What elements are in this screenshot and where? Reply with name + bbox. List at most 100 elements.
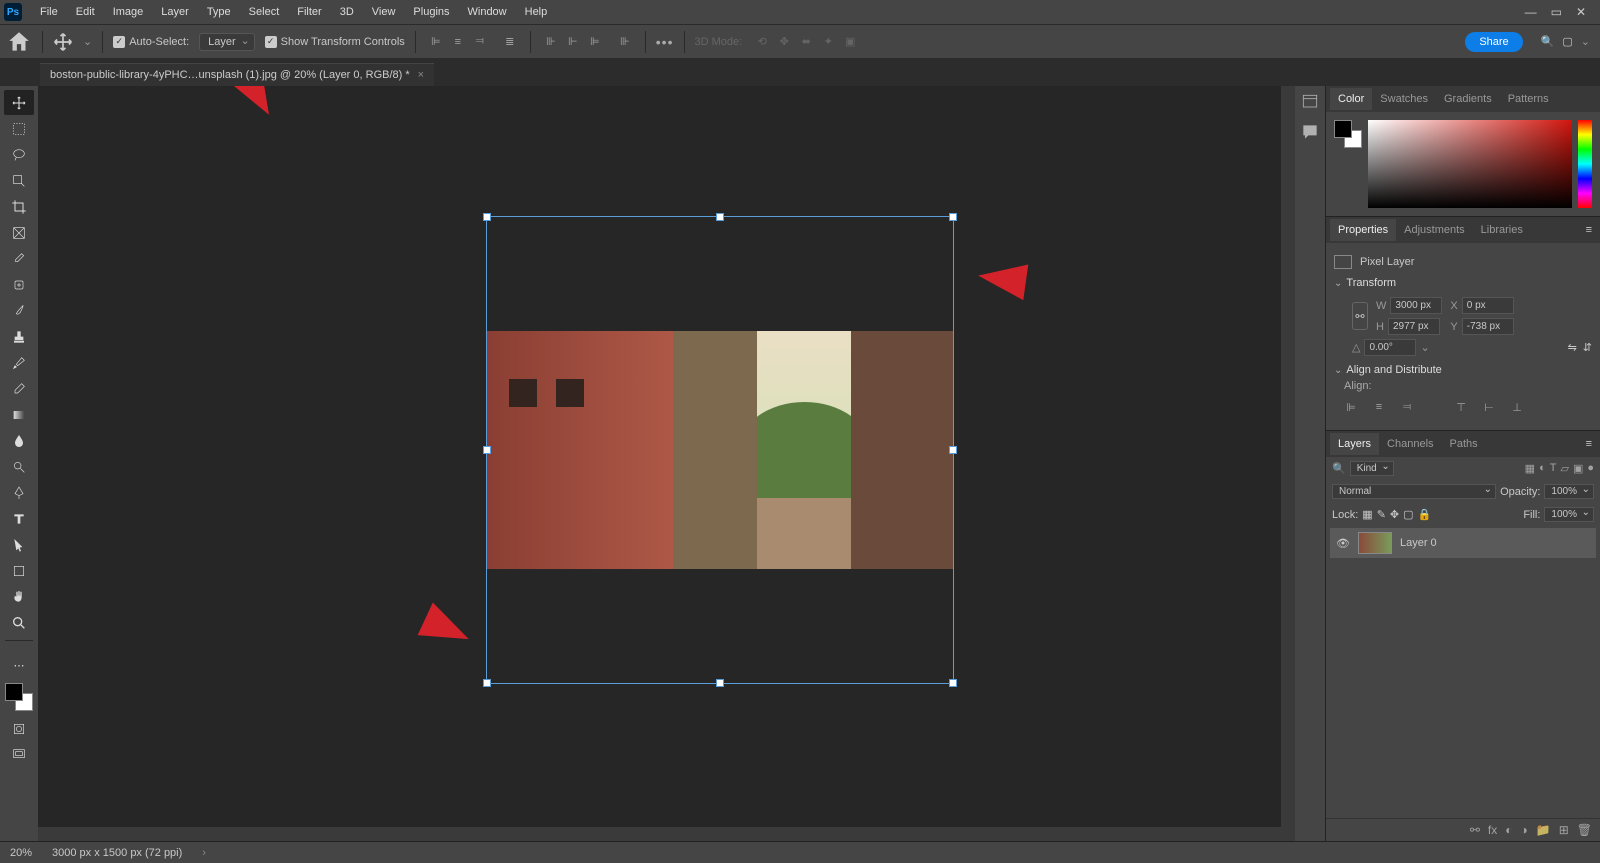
minimize-icon[interactable]: — xyxy=(1525,5,1537,19)
visibility-icon[interactable]: 👁 xyxy=(1336,537,1350,550)
transform-handle-bm[interactable] xyxy=(716,679,724,687)
lock-all-icon[interactable]: 🔒 xyxy=(1418,508,1432,521)
screen-mode-icon[interactable] xyxy=(4,742,34,767)
flip-horizontal-icon[interactable]: ⇋ xyxy=(1568,341,1577,354)
filter-adjust-icon[interactable]: ◐ xyxy=(1539,462,1546,475)
align-left-icon[interactable]: ⊫ xyxy=(426,32,446,52)
zoom-level[interactable]: 20% xyxy=(10,847,32,859)
menu-help[interactable]: Help xyxy=(517,3,556,21)
transform-handle-tm[interactable] xyxy=(716,213,724,221)
align-center-v-icon[interactable]: ⊢ xyxy=(1478,396,1500,418)
transform-handle-bl[interactable] xyxy=(483,679,491,687)
horizontal-scrollbar[interactable] xyxy=(38,827,1281,841)
panel-menu-icon[interactable]: ≡ xyxy=(1586,224,1596,236)
group-icon[interactable]: 📁 xyxy=(1536,823,1551,837)
tab-color[interactable]: Color xyxy=(1330,88,1372,110)
history-panel-icon[interactable] xyxy=(1300,92,1320,112)
tab-adjustments[interactable]: Adjustments xyxy=(1396,219,1473,241)
menu-select[interactable]: Select xyxy=(241,3,288,21)
opacity-input[interactable]: 100% xyxy=(1544,484,1594,499)
filter-pixel-icon[interactable]: ▦ xyxy=(1525,462,1535,475)
lock-position-icon[interactable]: ✥ xyxy=(1390,508,1399,521)
tab-swatches[interactable]: Swatches xyxy=(1372,88,1436,110)
flip-vertical-icon[interactable]: ⇵ xyxy=(1583,341,1592,354)
search-icon[interactable]: 🔍 xyxy=(1332,462,1346,475)
layer-name[interactable]: Layer 0 xyxy=(1400,537,1437,549)
tab-properties[interactable]: Properties xyxy=(1330,219,1396,241)
menu-window[interactable]: Window xyxy=(460,3,515,21)
comments-panel-icon[interactable] xyxy=(1300,122,1320,142)
hand-tool[interactable] xyxy=(4,584,34,609)
menu-type[interactable]: Type xyxy=(199,3,239,21)
transform-handle-br[interactable] xyxy=(949,679,957,687)
color-fgbg[interactable] xyxy=(1334,120,1362,148)
color-field[interactable] xyxy=(1368,120,1572,208)
menu-image[interactable]: Image xyxy=(105,3,152,21)
distribute-center-v-icon[interactable]: ⊩ xyxy=(563,32,583,52)
lasso-tool[interactable] xyxy=(4,142,34,167)
align-center-h-icon[interactable]: ≡ xyxy=(448,32,468,52)
menu-edit[interactable]: Edit xyxy=(68,3,103,21)
pen-tool[interactable] xyxy=(4,480,34,505)
filter-type-icon[interactable]: T xyxy=(1550,462,1557,475)
edit-toolbar-icon[interactable]: ⋯ xyxy=(4,653,34,678)
menu-view[interactable]: View xyxy=(364,3,404,21)
zoom-tool[interactable] xyxy=(4,610,34,635)
auto-select-checkbox[interactable]: ✓Auto-Select: xyxy=(113,36,189,48)
vertical-scrollbar[interactable] xyxy=(1281,86,1295,841)
menu-plugins[interactable]: Plugins xyxy=(405,3,457,21)
lock-image-icon[interactable]: ✎ xyxy=(1377,508,1386,521)
search-icon[interactable]: 🔍 xyxy=(1541,35,1555,48)
align-center-h-icon[interactable]: ≡ xyxy=(1368,396,1390,418)
filter-toggle-icon[interactable]: ● xyxy=(1587,462,1594,475)
shape-tool[interactable] xyxy=(4,558,34,583)
document-dimensions[interactable]: 3000 px x 1500 px (72 ppi) xyxy=(52,847,182,859)
status-chevron-icon[interactable]: › xyxy=(202,847,206,859)
selection-tool[interactable] xyxy=(4,168,34,193)
lock-artboard-icon[interactable]: ▢ xyxy=(1403,508,1413,521)
home-icon[interactable] xyxy=(6,29,32,55)
hue-slider[interactable] xyxy=(1578,120,1592,208)
healing-tool[interactable] xyxy=(4,272,34,297)
align-top-icon[interactable]: ⊤ xyxy=(1450,396,1472,418)
close-icon[interactable]: ✕ xyxy=(1576,5,1586,19)
path-tool[interactable] xyxy=(4,532,34,557)
type-tool[interactable] xyxy=(4,506,34,531)
document-tab[interactable]: boston-public-library-4yPHC…unsplash (1)… xyxy=(40,63,434,86)
workspace-icon[interactable]: ▢ xyxy=(1562,35,1572,48)
show-transform-checkbox[interactable]: ✓Show Transform Controls xyxy=(265,36,405,48)
gradient-tool[interactable] xyxy=(4,402,34,427)
y-input[interactable]: -738 px xyxy=(1462,318,1514,335)
history-brush-tool[interactable] xyxy=(4,350,34,375)
align-bottom-icon[interactable]: ⊥ xyxy=(1506,396,1528,418)
lock-transparency-icon[interactable]: ▦ xyxy=(1362,508,1372,521)
link-layers-icon[interactable]: ⚯ xyxy=(1470,823,1480,837)
layer-mask-icon[interactable]: ◐ xyxy=(1505,823,1512,837)
link-wh-icon[interactable]: ⚯ xyxy=(1352,302,1368,330)
filter-smart-icon[interactable]: ▣ xyxy=(1573,462,1583,475)
menu-file[interactable]: File xyxy=(32,3,66,21)
tab-paths[interactable]: Paths xyxy=(1442,433,1486,455)
quick-mask-icon[interactable] xyxy=(4,716,34,741)
blend-mode-dropdown[interactable]: Normal xyxy=(1332,484,1496,499)
x-input[interactable]: 0 px xyxy=(1462,297,1514,314)
move-tool[interactable] xyxy=(4,90,34,115)
crop-tool[interactable] xyxy=(4,194,34,219)
move-tool-icon[interactable] xyxy=(53,32,73,52)
tab-close-icon[interactable]: × xyxy=(418,69,424,81)
panel-menu-icon[interactable]: ≡ xyxy=(1586,438,1596,450)
align-section-header[interactable]: Align and Distribute xyxy=(1334,360,1592,380)
menu-filter[interactable]: Filter xyxy=(289,3,329,21)
filter-shape-icon[interactable]: ▱ xyxy=(1560,462,1568,475)
share-button[interactable]: Share xyxy=(1465,32,1522,52)
dodge-tool[interactable] xyxy=(4,454,34,479)
foreground-background-colors[interactable] xyxy=(5,683,33,711)
distribute-top-icon[interactable]: ⊪ xyxy=(541,32,561,52)
transform-handle-tl[interactable] xyxy=(483,213,491,221)
marquee-tool[interactable] xyxy=(4,116,34,141)
tab-patterns[interactable]: Patterns xyxy=(1500,88,1557,110)
distribute-more-icon[interactable]: ⊪ xyxy=(615,32,635,52)
blur-tool[interactable] xyxy=(4,428,34,453)
fill-input[interactable]: 100% xyxy=(1544,507,1594,522)
align-left-icon[interactable]: ⊫ xyxy=(1340,396,1362,418)
